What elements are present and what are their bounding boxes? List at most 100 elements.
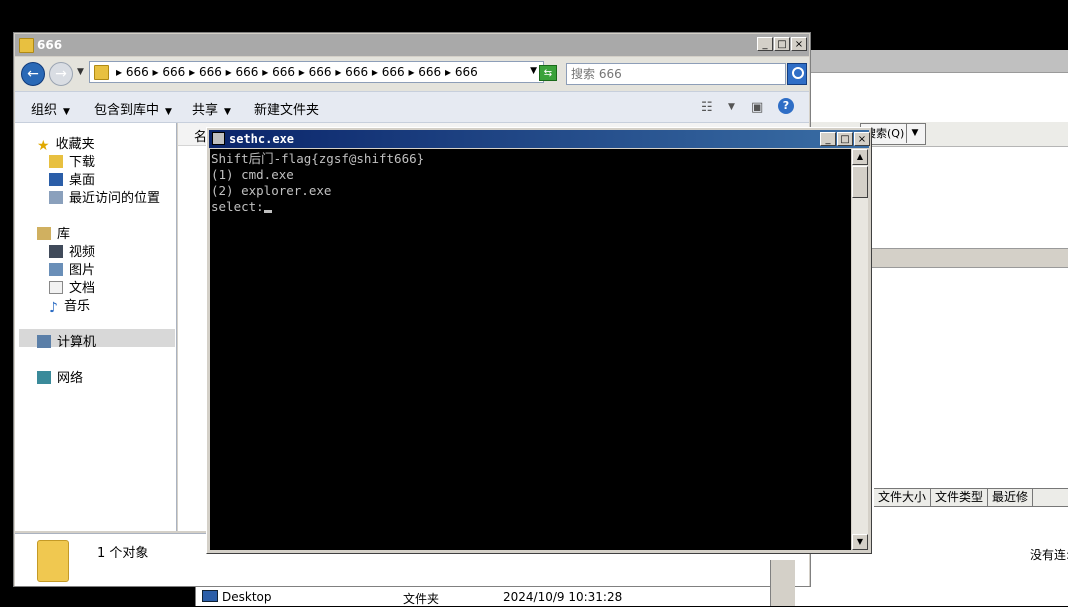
- new-folder-button[interactable]: 新建文件夹: [254, 99, 319, 118]
- navigation-bar: ← → ▼ ▸ 666 ▸ 666 ▸ 666 ▸ 666 ▸ 666 ▸ 66…: [15, 57, 809, 91]
- organize-button[interactable]: 组织 ▼: [31, 99, 70, 118]
- explorer-titlebar[interactable]: 666 _ □ ×: [15, 34, 809, 56]
- nav-item-music[interactable]: ♪ 音乐: [49, 295, 90, 316]
- nav-item-favorites[interactable]: ★ 收藏夹: [37, 133, 95, 154]
- nav-label: 音乐: [63, 299, 90, 314]
- include-library-label: 包含到库中: [94, 103, 160, 118]
- list-item-name: Desktop: [222, 590, 272, 604]
- folder-icon: [37, 540, 69, 582]
- nav-item-library[interactable]: 库: [37, 223, 70, 242]
- library-icon: [37, 227, 51, 240]
- folder-icon: [94, 65, 109, 80]
- picture-icon: [49, 263, 63, 276]
- close-button[interactable]: ×: [854, 132, 870, 146]
- chevron-down-icon: ▼: [224, 107, 231, 117]
- chevron-down-icon[interactable]: ▼: [530, 66, 537, 76]
- search-box[interactable]: [566, 63, 807, 85]
- nav-label: 网络: [57, 371, 84, 386]
- nav-item-documents[interactable]: 文档: [49, 277, 95, 296]
- item-count: 1 个对象: [97, 546, 149, 561]
- minimize-button[interactable]: _: [757, 37, 773, 51]
- background-band: [870, 248, 1068, 268]
- star-icon: ★: [37, 138, 50, 154]
- search-icon[interactable]: [787, 63, 807, 85]
- recent-places-icon: [49, 191, 63, 204]
- maximize-button[interactable]: □: [774, 37, 790, 51]
- desktop-icon: [202, 590, 218, 602]
- scrollbar[interactable]: [770, 560, 795, 606]
- nav-label: 文档: [69, 281, 96, 296]
- include-in-library-button[interactable]: 包含到库中 ▼: [94, 99, 172, 118]
- address-bar[interactable]: ▸ 666 ▸ 666 ▸ 666 ▸ 666 ▸ 666 ▸ 666 ▸ 66…: [89, 61, 544, 83]
- network-icon: [37, 371, 51, 384]
- nav-label: 库: [57, 227, 71, 242]
- console-prompt: select:: [211, 199, 264, 214]
- list-item-type: 文件夹: [403, 592, 440, 606]
- computer-icon: [37, 335, 51, 348]
- video-icon: [49, 245, 63, 258]
- console-icon: [212, 132, 225, 145]
- console-line: (1) cmd.exe: [211, 167, 294, 182]
- nav-label: 图片: [69, 263, 96, 278]
- desktop-icon: [49, 173, 63, 186]
- minimize-button[interactable]: _: [820, 132, 836, 146]
- console-title: sethc.exe: [229, 132, 295, 146]
- console-prompt-line: select:: [211, 199, 272, 215]
- music-icon: ♪: [49, 300, 58, 316]
- close-button[interactable]: ×: [791, 37, 807, 51]
- status-text: 没有连:: [1030, 548, 1068, 562]
- back-button[interactable]: ←: [21, 62, 45, 86]
- console-output[interactable]: Shift后门-flag{zgsf@shift666} (1) cmd.exe …: [210, 149, 851, 550]
- console-scrollbar[interactable]: ▲ ▼: [852, 149, 868, 550]
- nav-item-recent[interactable]: 最近访问的位置: [49, 187, 160, 206]
- nav-item-downloads[interactable]: 下载: [49, 151, 95, 170]
- chevron-down-icon[interactable]: ▼: [728, 102, 735, 112]
- console-titlebar[interactable]: sethc.exe _ □ ×: [209, 130, 870, 148]
- scroll-down-arrow-icon[interactable]: ▼: [852, 534, 868, 550]
- scrollbar-track[interactable]: [852, 165, 868, 534]
- document-icon: [49, 281, 63, 294]
- nav-item-desktop[interactable]: 桌面: [49, 169, 95, 188]
- view-options-icon[interactable]: ☷: [701, 100, 713, 115]
- chevron-down-icon: ▼: [165, 107, 172, 117]
- background-window-titlebar: [790, 50, 1068, 73]
- maximize-button[interactable]: □: [837, 132, 853, 146]
- organize-label: 组织: [31, 103, 58, 118]
- share-button[interactable]: 共享 ▼: [192, 99, 231, 118]
- nav-label: 计算机: [57, 335, 97, 350]
- navigation-pane: ★ 收藏夹 下载 桌面 最近访问的位置 库 视频 图片 文档 ♪ 音乐 计算机 网络: [15, 123, 177, 531]
- nav-item-network[interactable]: 网络: [37, 367, 83, 386]
- recent-pages-dropdown[interactable]: ▼: [77, 67, 84, 77]
- preview-pane-icon[interactable]: ▣: [751, 100, 763, 115]
- command-toolbar: 组织 ▼ 包含到库中 ▼ 共享 ▼ 新建文件夹 ☷ ▼ ▣ ?: [15, 91, 809, 123]
- chevron-down-icon[interactable]: ▼: [906, 123, 923, 143]
- nav-label: 下载: [69, 155, 96, 170]
- breadcrumb[interactable]: ▸ 666 ▸ 666 ▸ 666 ▸ 666 ▸ 666 ▸ 666 ▸ 66…: [116, 65, 478, 79]
- search-input[interactable]: [571, 66, 751, 82]
- nav-item-videos[interactable]: 视频: [49, 241, 95, 260]
- list-item[interactable]: Desktop: [202, 590, 272, 604]
- download-folder-icon: [49, 155, 63, 168]
- background-column-header: 文件大小 文件类型 最近修: [874, 488, 1068, 507]
- refresh-button[interactable]: ⇆: [539, 65, 557, 81]
- share-label: 共享: [192, 103, 219, 118]
- forward-button[interactable]: →: [49, 62, 73, 86]
- nav-item-computer[interactable]: 计算机: [37, 331, 96, 350]
- help-icon[interactable]: ?: [778, 98, 794, 114]
- text-cursor: [263, 210, 272, 213]
- scrollbar-thumb[interactable]: [852, 166, 868, 198]
- console-line: Shift后门-flag{zgsf@shift666}: [211, 151, 425, 166]
- nav-label: 最近访问的位置: [69, 191, 161, 206]
- console-line: (2) explorer.exe: [211, 183, 332, 198]
- column-header-modified[interactable]: 最近修: [988, 489, 1034, 506]
- column-header-type[interactable]: 文件类型: [931, 489, 989, 506]
- chevron-down-icon: ▼: [63, 107, 70, 117]
- window-title: 666: [37, 38, 63, 52]
- nav-label: 收藏夹: [55, 137, 95, 152]
- background-list: Desktop 文件夹 2024/10/9 10:31:28: [195, 587, 794, 606]
- column-header-size[interactable]: 文件大小: [874, 489, 932, 506]
- folder-icon: [19, 38, 34, 53]
- nav-label: 桌面: [69, 173, 96, 188]
- scroll-up-arrow-icon[interactable]: ▲: [852, 149, 868, 165]
- nav-item-pictures[interactable]: 图片: [49, 259, 95, 278]
